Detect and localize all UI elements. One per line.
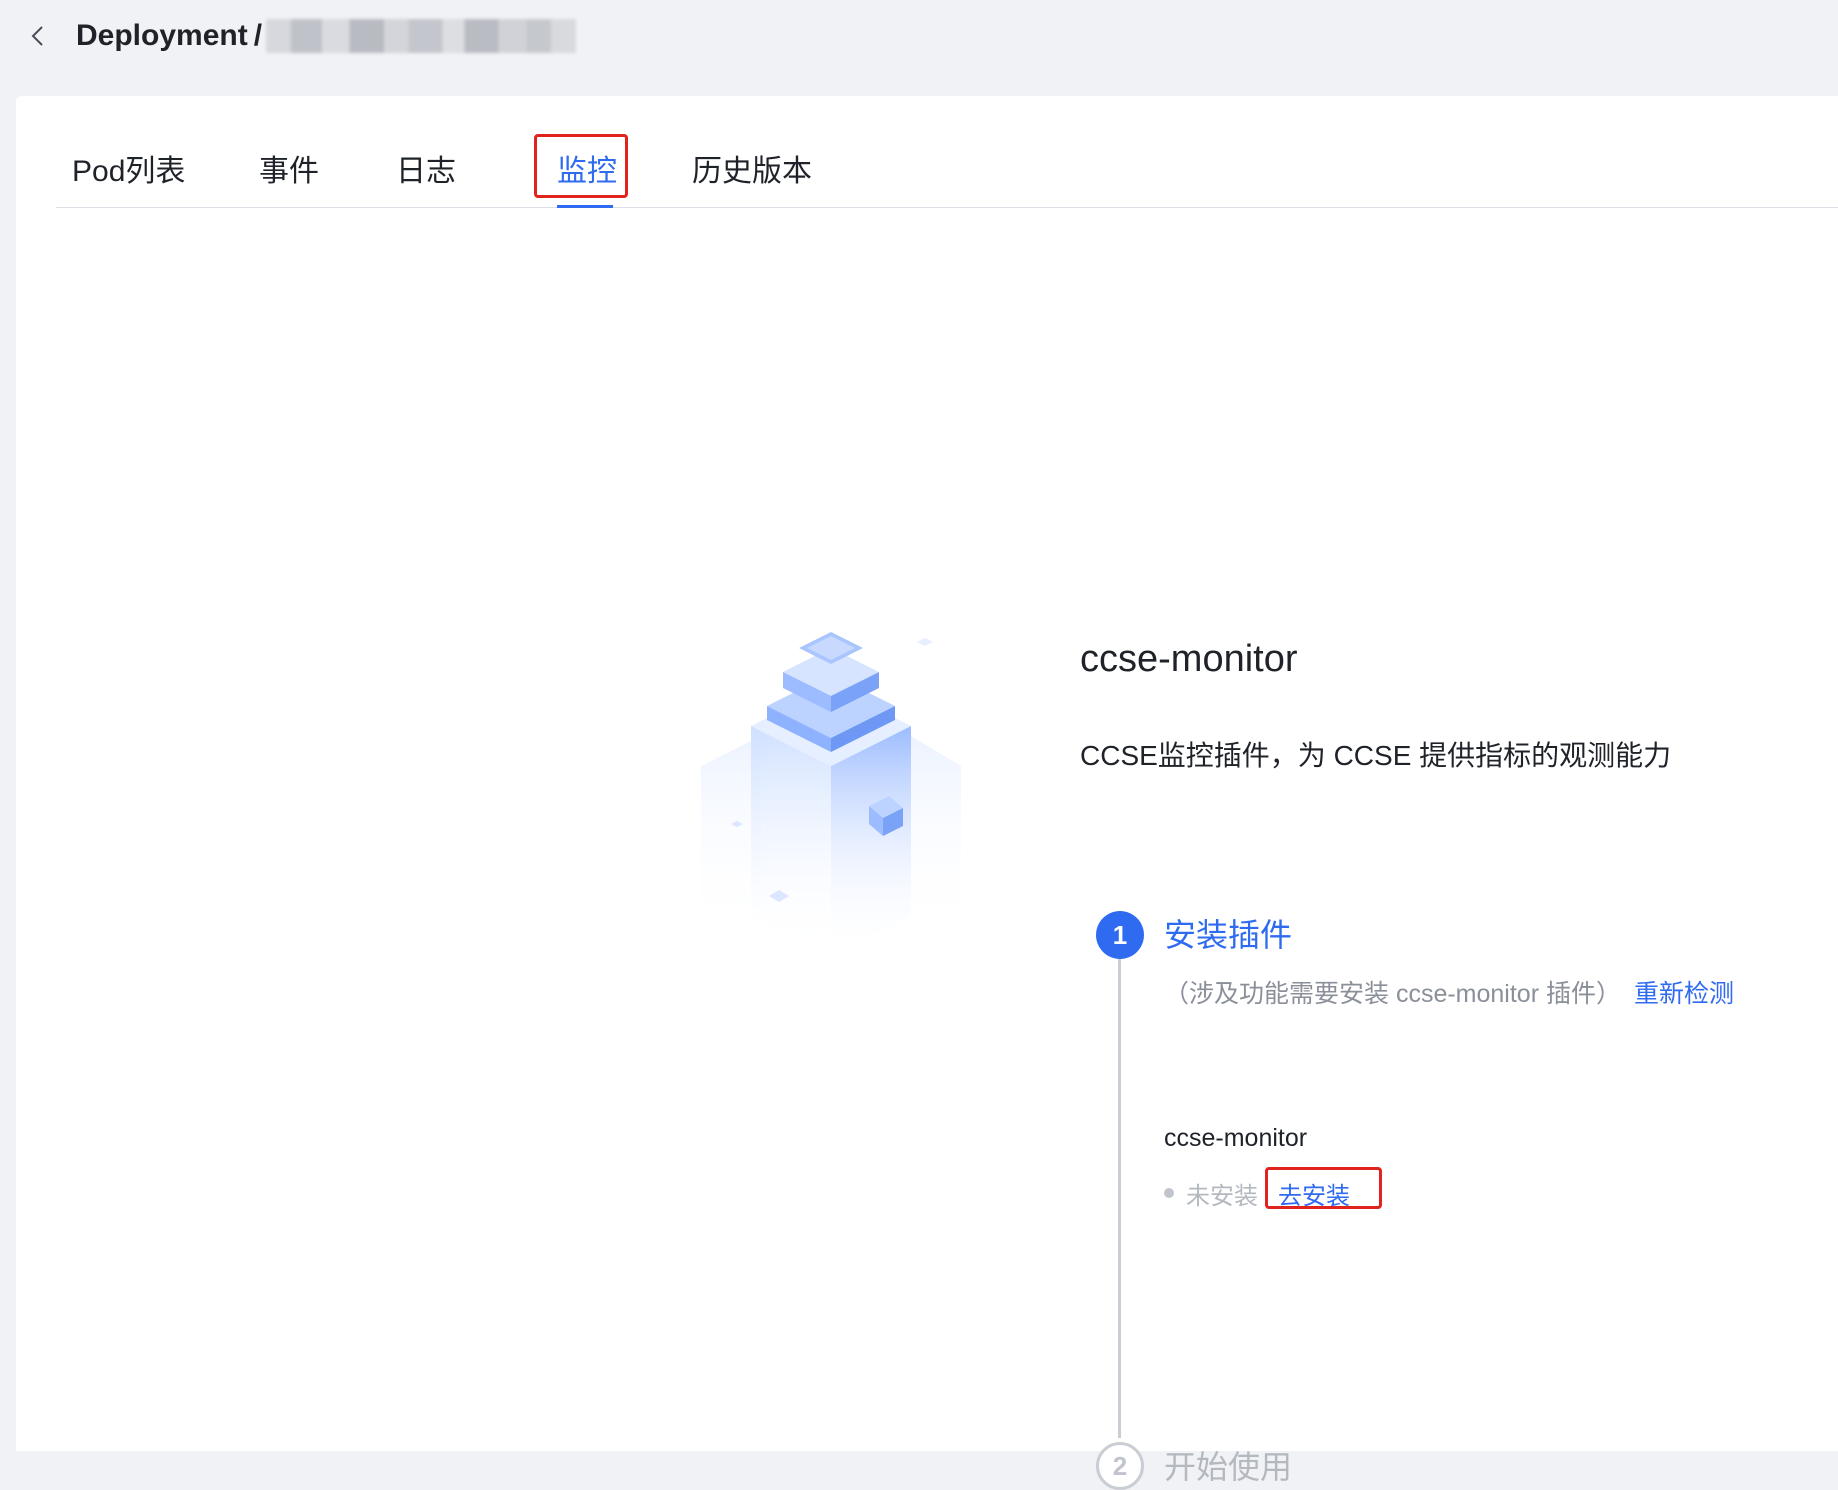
recheck-link[interactable]: 重新检测	[1634, 974, 1734, 1010]
tab-events[interactable]: 事件	[259, 150, 319, 194]
status-dot-icon	[1164, 1188, 1174, 1198]
step-1-title: 安装插件	[1164, 917, 1293, 953]
plugin-title: ccse-monitor	[1080, 638, 1298, 680]
tab-logs[interactable]: 日志	[396, 150, 456, 194]
content-card: Pod列表 事件 日志 监控 历史版本 ccse-monitor CCSE监控插…	[16, 96, 1838, 1490]
tab-bar: Pod列表 事件 日志 监控 历史版本	[56, 96, 1838, 208]
chevron-left-icon[interactable]	[26, 22, 50, 50]
go-install-link[interactable]: 去安装	[1278, 1176, 1350, 1211]
breadcrumb-separator: /	[253, 19, 263, 52]
install-status: 未安装	[1186, 1183, 1258, 1210]
step-1-note: （涉及功能需要安装 ccse-monitor 插件）	[1164, 980, 1621, 1008]
step-1-number: 1	[1096, 911, 1144, 959]
tab-pod-list[interactable]: Pod列表	[72, 150, 185, 194]
breadcrumb: Deployment /	[76, 16, 577, 56]
plugin-description: CCSE监控插件，为 CCSE 提供指标的观测能力	[1080, 740, 1672, 771]
breadcrumb-resource-type: Deployment	[76, 19, 248, 52]
step-2-number: 2	[1096, 1442, 1144, 1490]
tab-history-versions[interactable]: 历史版本	[692, 150, 812, 194]
redacted-resource-name	[266, 19, 577, 53]
server-illustration	[681, 556, 981, 976]
tab-monitoring[interactable]: 监控	[557, 150, 617, 194]
page-header: Deployment /	[0, 0, 1838, 96]
plugin-name: ccse-monitor	[1164, 1124, 1308, 1152]
active-tab-indicator	[557, 205, 613, 208]
steps-connector-line	[1118, 958, 1121, 1438]
